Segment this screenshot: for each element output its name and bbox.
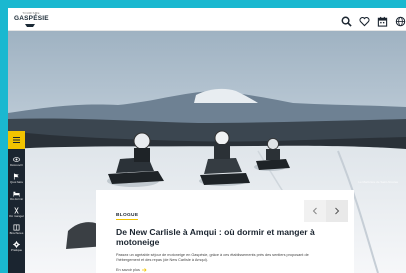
card-category[interactable]: BLOGUE — [116, 213, 139, 220]
chevron-left-icon — [312, 207, 317, 215]
header-icons — [341, 13, 406, 27]
search-icon[interactable] — [341, 14, 352, 27]
card-title[interactable]: De New Carlisle à Amqui : où dormir et m… — [116, 227, 336, 248]
boat-icon — [25, 24, 35, 27]
photo-credit: Le Marbrière de Saint-Nicolas — [358, 180, 398, 184]
gear-icon — [13, 241, 20, 248]
book-icon — [13, 224, 20, 231]
site-header: TOURISME GASPÉSIE — [8, 8, 406, 31]
sidebar-item-practical[interactable]: Pratique — [8, 239, 25, 259]
heart-icon[interactable] — [359, 14, 370, 26]
carousel-next-button[interactable] — [326, 200, 348, 222]
site-logo[interactable]: TOURISME GASPÉSIE — [14, 11, 49, 29]
arrow-right-icon — [141, 268, 147, 273]
utensils-icon — [14, 207, 19, 214]
chevron-right-icon — [335, 207, 340, 215]
sidebar-item-label: Pratique — [10, 248, 23, 252]
eye-icon — [13, 157, 20, 162]
flag-icon — [13, 173, 19, 180]
sidebar-item-label: Découvrir — [10, 163, 23, 167]
carousel-prev-button[interactable] — [304, 200, 326, 222]
calendar-icon[interactable] — [377, 14, 388, 27]
carousel-controls — [304, 200, 348, 222]
card-description: Passez un agréable séjour de motoneige e… — [116, 252, 309, 263]
sidebar-item-label: Où manger — [8, 214, 24, 218]
sidebar-nav: Découvrir Quoi faire Où dormir Où manger… — [8, 131, 25, 273]
read-more-link[interactable]: En savoir plus — [116, 268, 342, 272]
sidebar-item-label: Où dormir — [9, 197, 24, 201]
browser-window: TOURISME GASPÉSIE Le Marbrière de Saint-… — [8, 8, 406, 273]
menu-button[interactable] — [8, 131, 25, 149]
logo-title: GASPÉSIE — [14, 15, 49, 22]
bed-icon — [13, 191, 20, 197]
sidebar-item-label: Quoi faire — [9, 180, 23, 184]
globe-icon[interactable] — [395, 14, 406, 26]
blog-card: BLOGUE De New Carlisle à Amqui : où dorm… — [96, 190, 354, 273]
hamburger-icon — [13, 137, 20, 143]
read-more-label: En savoir plus — [116, 268, 140, 273]
sidebar-item-label: Brochures — [9, 231, 24, 235]
